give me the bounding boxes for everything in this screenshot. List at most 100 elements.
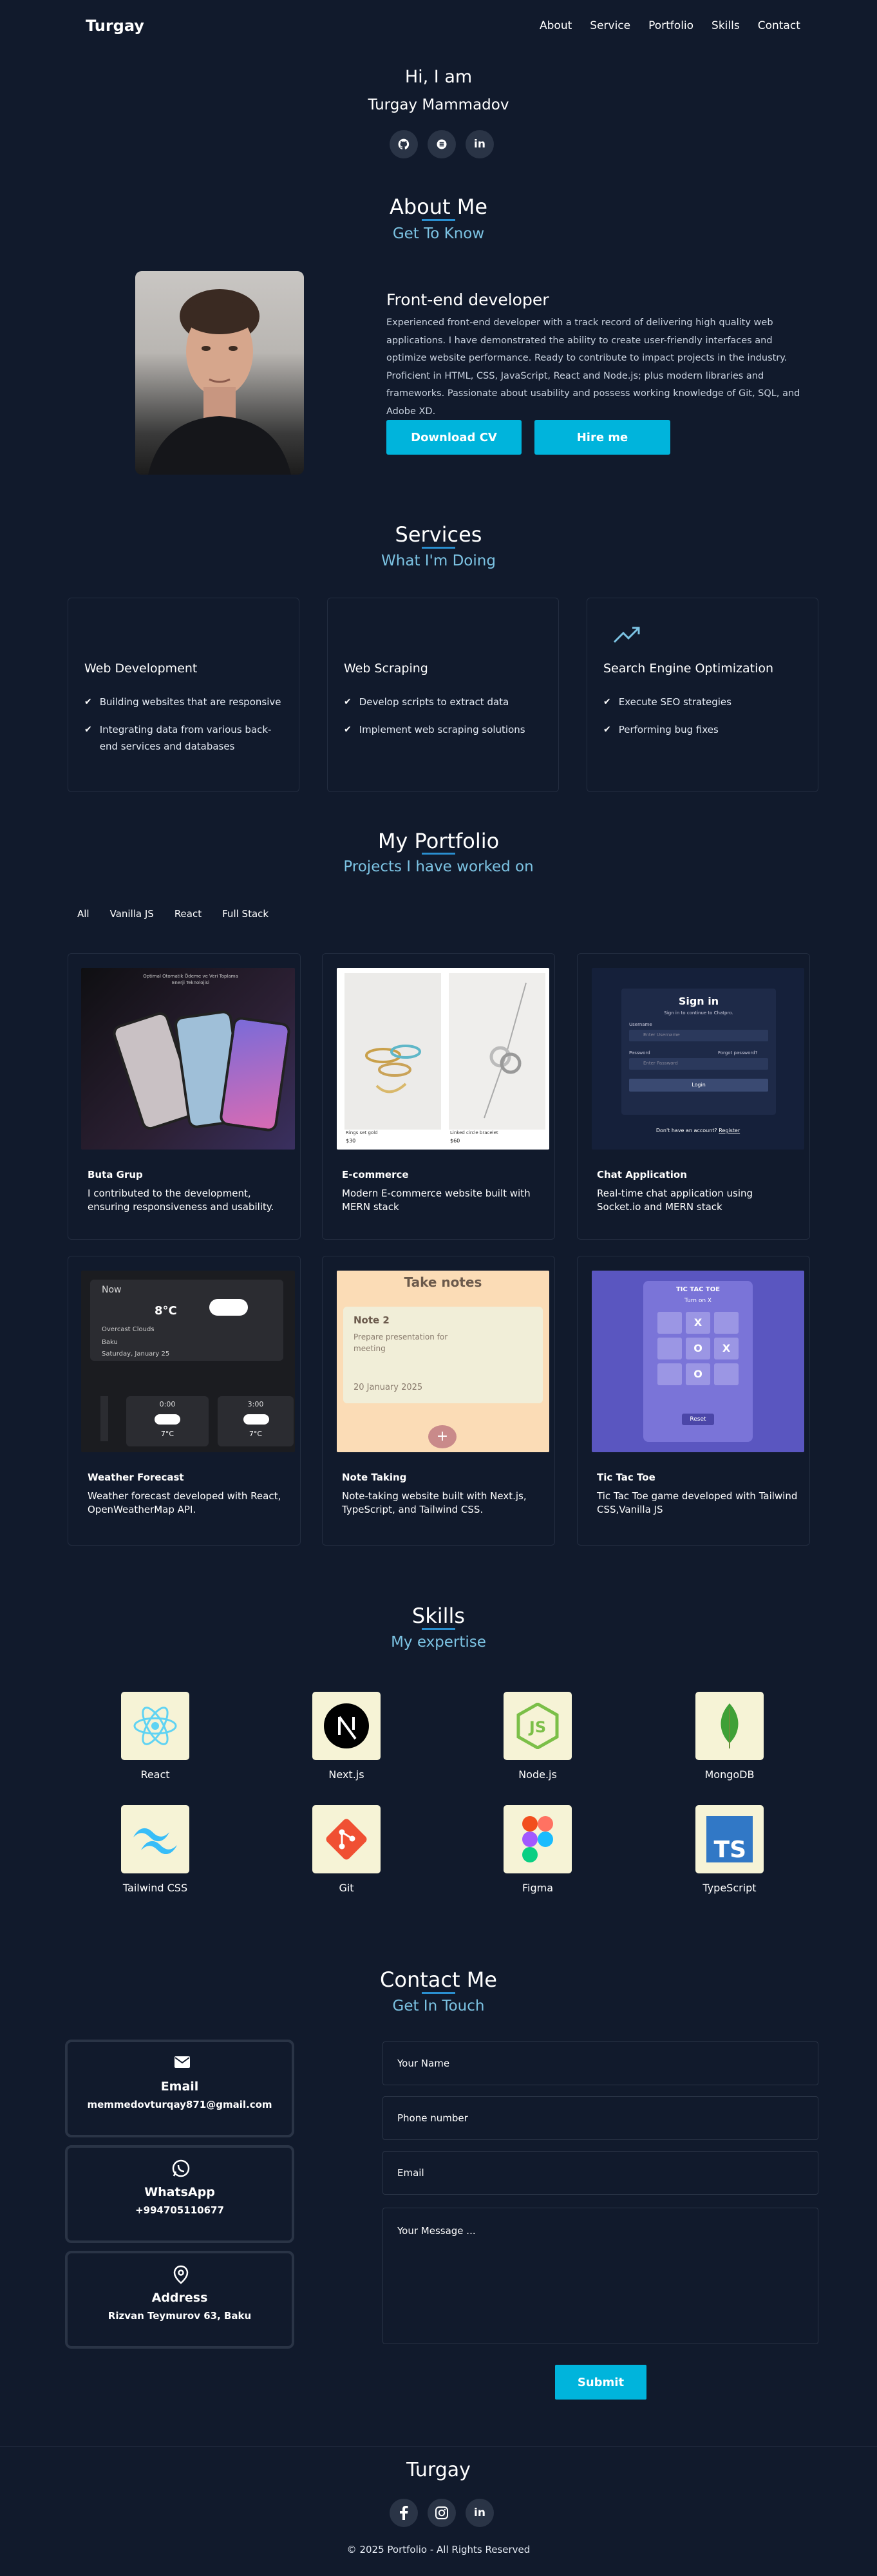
- project-title: Note Taking: [342, 1472, 407, 1483]
- project-desc: Tic Tac Toe game developed with Tailwind…: [597, 1490, 798, 1515]
- react-icon: [121, 1692, 189, 1760]
- svg-text:TS: TS: [714, 1837, 746, 1862]
- thumb-text: Optimal Otomatik Ödeme ve Veri Toplama E…: [143, 974, 238, 985]
- contact-label: Email: [160, 2079, 199, 2094]
- thumb-input: Enter Username: [629, 1030, 768, 1041]
- tailwind-icon: [121, 1805, 189, 1873]
- signin-panel: Sign in Sign in to continue to Chatpro. …: [621, 989, 776, 1115]
- hire-me-button[interactable]: Hire me: [534, 420, 670, 455]
- footer-socials: in: [390, 2499, 494, 2527]
- project-title: Chat Application: [597, 1169, 687, 1180]
- whatsapp-icon: [172, 2159, 190, 2180]
- name-field[interactable]: Your Name: [382, 2041, 818, 2085]
- message-field[interactable]: Your Message ...: [382, 2208, 818, 2344]
- site-logo[interactable]: Turgay: [86, 17, 144, 35]
- contact-card-whatsapp[interactable]: WhatsApp +994705110677: [65, 2145, 294, 2243]
- contact-title-underline: [422, 1992, 455, 1994]
- nav-about[interactable]: About: [540, 19, 572, 32]
- tab-all[interactable]: All: [77, 908, 90, 920]
- phone-field[interactable]: Phone number: [382, 2096, 818, 2140]
- project-card-note-taking[interactable]: Take notes Note 2 Prepare presentation f…: [322, 1256, 555, 1546]
- submit-button[interactable]: Submit: [555, 2365, 646, 2400]
- git-icon: [312, 1805, 381, 1873]
- check-icon: ✔: [344, 697, 352, 707]
- nextjs-icon: [312, 1692, 381, 1760]
- contact-label: WhatsApp: [144, 2185, 215, 2199]
- mail-icon: [174, 2056, 190, 2070]
- thumb-text: Forgot password?: [718, 1050, 758, 1056]
- forecast-tile: 3:00 7°C: [218, 1396, 294, 1446]
- project-thumbnail: Sign in Sign in to continue to Chatpro. …: [592, 968, 804, 1150]
- project-card-buta-grup[interactable]: Optimal Otomatik Ödeme ve Veri Toplama E…: [68, 953, 301, 1240]
- service-title: Search Engine Optimization: [603, 661, 774, 676]
- nav-service[interactable]: Service: [590, 19, 630, 32]
- skill-label: React: [140, 1768, 170, 1781]
- project-thumbnail: TIC TAC TOE Turn on X X O X O Reset: [592, 1271, 804, 1452]
- project-card-chat[interactable]: Sign in Sign in to continue to Chatpro. …: [577, 953, 810, 1240]
- stackoverflow-icon[interactable]: [428, 130, 456, 158]
- contact-value: Rizvan Teymurov 63, Baku: [108, 2310, 252, 2322]
- skill-label: TypeScript: [703, 1882, 757, 1894]
- github-icon[interactable]: [390, 130, 418, 158]
- about-role: Front-end developer: [386, 290, 549, 309]
- nav-contact[interactable]: Contact: [758, 19, 800, 32]
- project-card-ecommerce[interactable]: Rings set gold $30 Linked circle bracele…: [322, 953, 555, 1240]
- hero-name: Turgay Mammadov: [368, 97, 509, 113]
- tab-full-stack[interactable]: Full Stack: [222, 908, 269, 920]
- contact-card-email[interactable]: Email memmedovturqay871@gmail.com: [65, 2040, 294, 2137]
- figma-icon: [504, 1805, 572, 1873]
- thumb-button: +: [428, 1425, 457, 1448]
- contact-title: Contact Me: [380, 1967, 497, 1992]
- email-field[interactable]: Email: [382, 2151, 818, 2195]
- instagram-icon[interactable]: [428, 2499, 456, 2527]
- skills-title-underline: [422, 1628, 455, 1630]
- footer-divider: [0, 2446, 877, 2447]
- services-subtitle: What I'm Doing: [381, 553, 496, 569]
- thumb-text: Password: [629, 1050, 650, 1056]
- skills-subtitle: My expertise: [391, 1634, 486, 1651]
- service-item: ✔ Implement web scraping solutions: [344, 721, 543, 738]
- contact-subtitle: Get In Touch: [392, 1998, 485, 2014]
- nav-portfolio[interactable]: Portfolio: [648, 19, 693, 32]
- nav-skills[interactable]: Skills: [712, 19, 740, 32]
- linkedin-icon[interactable]: in: [466, 130, 494, 158]
- cloud-icon: [209, 1299, 248, 1316]
- thumb-text: Username: [629, 1022, 652, 1027]
- service-item: ✔ Integrating data from various back-end …: [84, 721, 284, 755]
- product-image: [449, 973, 545, 1130]
- typescript-icon: TS: [695, 1805, 764, 1873]
- facebook-icon[interactable]: [390, 2499, 418, 2527]
- contact-value: memmedovturqay871@gmail.com: [87, 2099, 272, 2110]
- contact-card-address[interactable]: Address Rizvan Teymurov 63, Baku: [65, 2251, 294, 2349]
- thumb-input: Enter Password: [629, 1058, 768, 1070]
- mongodb-icon: [695, 1692, 764, 1760]
- linkedin-icon[interactable]: in: [466, 2499, 494, 2527]
- project-desc: Modern E-commerce website built with MER…: [342, 1188, 531, 1213]
- tab-react[interactable]: React: [174, 908, 202, 920]
- trending-up-icon: [613, 625, 641, 646]
- project-title: E-commerce: [342, 1169, 409, 1180]
- skill-label: Tailwind CSS: [122, 1882, 188, 1894]
- project-title: Weather Forecast: [88, 1472, 184, 1483]
- ttt-grid: X O X O: [657, 1312, 739, 1385]
- service-item: ✔ Develop scripts to extract data: [344, 694, 543, 710]
- thumb-text: Rings set gold: [346, 1130, 378, 1135]
- check-icon: ✔: [84, 697, 92, 707]
- project-card-weather[interactable]: Now 8°C Overcast Clouds Baku Saturday, J…: [68, 1256, 301, 1546]
- check-icon: ✔: [603, 697, 611, 707]
- portfolio-subtitle: Projects I have worked on: [343, 858, 534, 875]
- contact-label: Address: [151, 2291, 208, 2305]
- tab-vanilla-js[interactable]: Vanilla JS: [110, 908, 154, 920]
- skill-label: Next.js: [328, 1768, 364, 1781]
- hero-greeting: Hi, I am: [404, 67, 473, 87]
- footer-logo[interactable]: Turgay: [0, 2459, 877, 2481]
- project-card-tic-tac-toe[interactable]: TIC TAC TOE Turn on X X O X O Reset Tic …: [577, 1256, 810, 1546]
- skill-label: Git: [339, 1882, 354, 1894]
- thumb-text: Don't have an account? Register: [655, 1128, 740, 1133]
- svg-text:JS: JS: [528, 1718, 546, 1736]
- download-cv-button[interactable]: Download CV: [386, 420, 522, 455]
- contact-value: +994705110677: [135, 2204, 224, 2216]
- project-desc: Real-time chat application using Socket.…: [597, 1188, 753, 1213]
- check-icon: ✔: [344, 724, 352, 735]
- profile-photo: [135, 271, 304, 475]
